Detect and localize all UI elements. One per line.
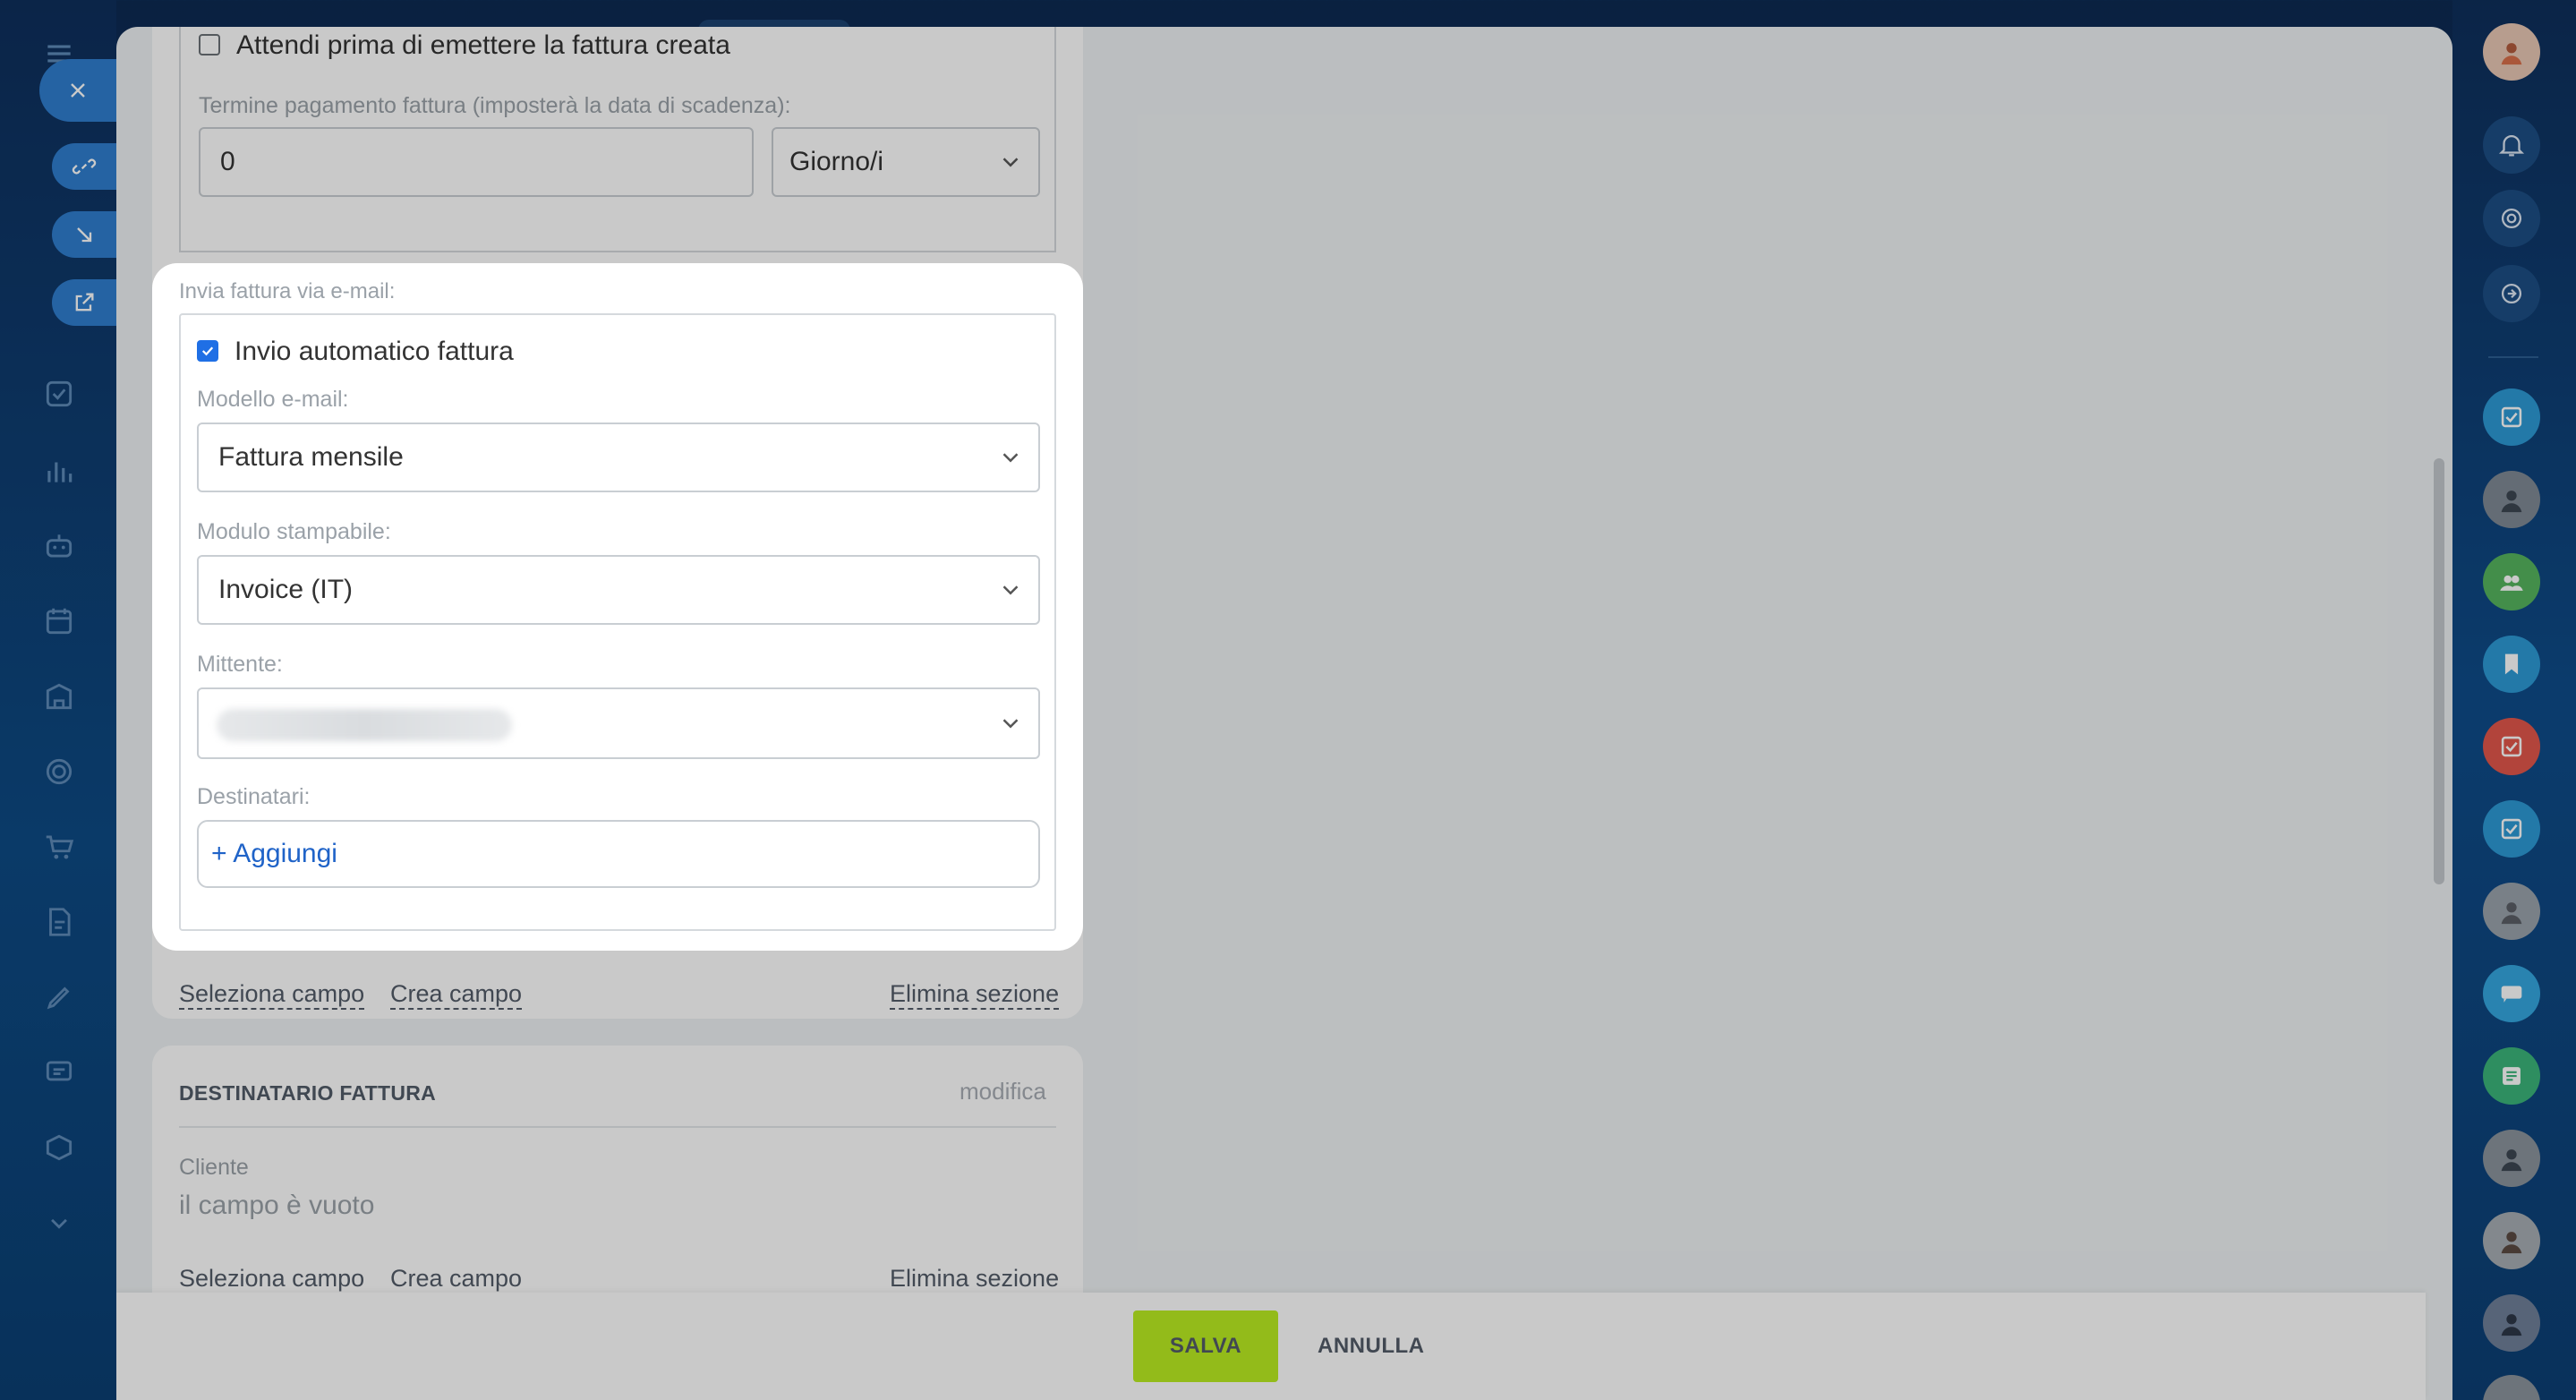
- close-slider-button[interactable]: [39, 59, 116, 122]
- client-label: Cliente: [179, 1155, 249, 1180]
- payment-term-label: Termine pagamento fattura (imposterà la …: [199, 93, 791, 118]
- copy-link-button[interactable]: [52, 143, 116, 190]
- print-form-select[interactable]: Invoice (IT): [197, 555, 1040, 625]
- email-settings-group: Invio automatico fattura Modello e-mail:…: [179, 313, 1056, 931]
- task-chat-icon[interactable]: [2483, 388, 2540, 446]
- contact-avatar[interactable]: [2483, 1375, 2540, 1400]
- box-icon[interactable]: [41, 1130, 77, 1165]
- cart-icon[interactable]: [41, 829, 77, 865]
- cancel-button[interactable]: ANNULLA: [1296, 1310, 1439, 1382]
- right-sidebar-divider: [2488, 356, 2538, 358]
- notifications-bell-icon[interactable]: [2483, 116, 2540, 174]
- email-template-value: Fattura mensile: [218, 442, 404, 472]
- delete-section-link[interactable]: Elimina sezione: [890, 1264, 1060, 1294]
- payment-term-unit-value: Giorno/i: [789, 147, 884, 176]
- task-chat-blue-icon[interactable]: [2483, 800, 2540, 858]
- task-chat-red-icon[interactable]: [2483, 718, 2540, 775]
- payment-term-group: Attendi prima di emettere la fattura cre…: [179, 27, 1056, 252]
- link-icon: [72, 158, 97, 175]
- select-field-link[interactable]: Seleziona campo: [179, 979, 365, 1010]
- chat-icon[interactable]: [41, 1054, 77, 1090]
- client-value: il campo è vuoto: [179, 1191, 375, 1220]
- wait-checkbox-label: Attendi prima di emettere la fattura cre…: [236, 30, 730, 60]
- modify-link[interactable]: modifica: [960, 1078, 1046, 1105]
- save-button[interactable]: SALVA: [1133, 1310, 1278, 1382]
- chevron-down-icon[interactable]: [41, 1205, 77, 1241]
- invoice-recipient-card: DESTINATARIO FATTURA modifica Cliente il…: [152, 1046, 1083, 1332]
- delete-section-link[interactable]: Elimina sezione: [890, 979, 1060, 1010]
- checkmark-icon: [201, 346, 214, 356]
- print-form-value: Invoice (IT): [218, 575, 354, 604]
- external-link-icon: [75, 293, 94, 312]
- print-form-label: Modulo stampabile:: [197, 519, 391, 544]
- document-sign-icon[interactable]: [41, 904, 77, 940]
- minimize-button[interactable]: [52, 211, 116, 258]
- contact-avatar[interactable]: [2483, 1294, 2540, 1352]
- email-section-label: Invia fattura via e-mail:: [179, 279, 396, 303]
- contact-avatar[interactable]: [2483, 883, 2540, 940]
- email-template-label: Modello e-mail:: [197, 387, 349, 412]
- search-chat-icon[interactable]: [2483, 265, 2540, 322]
- news-chat-icon[interactable]: [2483, 1047, 2540, 1105]
- tasks-icon[interactable]: [41, 376, 77, 412]
- bookmark-chat-icon[interactable]: [2483, 636, 2540, 693]
- sender-value-redacted: [217, 709, 512, 741]
- building-icon[interactable]: [41, 679, 77, 714]
- open-new-window-button[interactable]: [52, 279, 116, 326]
- target-icon[interactable]: [41, 754, 77, 790]
- arrow-down-right-icon: [77, 227, 92, 243]
- payment-term-unit-select[interactable]: Giorno/i: [772, 127, 1040, 197]
- recipients-label: Destinatari:: [197, 784, 311, 809]
- left-sidebar: [0, 0, 116, 1400]
- sender-label: Mittente:: [197, 652, 283, 677]
- add-recipient-link[interactable]: + Aggiungi: [199, 839, 337, 869]
- calendar-icon[interactable]: [41, 603, 77, 639]
- email-template-select[interactable]: Fattura mensile: [197, 423, 1040, 492]
- right-sidebar: [2452, 0, 2576, 1400]
- analytics-icon[interactable]: [41, 453, 77, 489]
- payment-term-value: 0: [220, 147, 235, 176]
- payment-term-input[interactable]: 0: [199, 127, 754, 197]
- divider: [179, 1126, 1056, 1128]
- auto-send-checkbox[interactable]: [197, 340, 218, 362]
- user-avatar[interactable]: [2483, 23, 2540, 81]
- recipients-field[interactable]: + Aggiungi: [197, 820, 1040, 888]
- chevron-down-icon: [1002, 585, 1019, 595]
- chevron-down-icon: [1002, 453, 1019, 463]
- sender-select[interactable]: [197, 687, 1040, 759]
- contact-avatar[interactable]: [2483, 1212, 2540, 1269]
- contact-avatar[interactable]: [2483, 1130, 2540, 1187]
- wait-checkbox[interactable]: [199, 34, 220, 55]
- close-icon: [71, 83, 85, 98]
- chevron-down-icon: [1002, 158, 1019, 167]
- invoice-recipient-title: DESTINATARIO FATTURA: [179, 1081, 437, 1105]
- copilot-icon[interactable]: [2483, 190, 2540, 247]
- auto-send-label: Invio automatico fattura: [235, 337, 514, 366]
- contact-avatar[interactable]: [2483, 471, 2540, 528]
- pen-icon[interactable]: [41, 979, 77, 1015]
- email-send-section: Invia fattura via e-mail: Invio automati…: [152, 263, 1083, 951]
- robot-icon[interactable]: [41, 528, 77, 564]
- group-chat-icon[interactable]: [2483, 553, 2540, 610]
- footer-bar: SALVA ANNULLA: [116, 1293, 2426, 1400]
- create-field-link[interactable]: Crea campo: [390, 1264, 523, 1294]
- message-chat-icon[interactable]: [2483, 965, 2540, 1022]
- scrollbar[interactable]: [2434, 458, 2444, 884]
- select-field-link[interactable]: Seleziona campo: [179, 1264, 365, 1294]
- create-field-link[interactable]: Crea campo: [390, 979, 523, 1010]
- chevron-down-icon: [1002, 719, 1019, 729]
